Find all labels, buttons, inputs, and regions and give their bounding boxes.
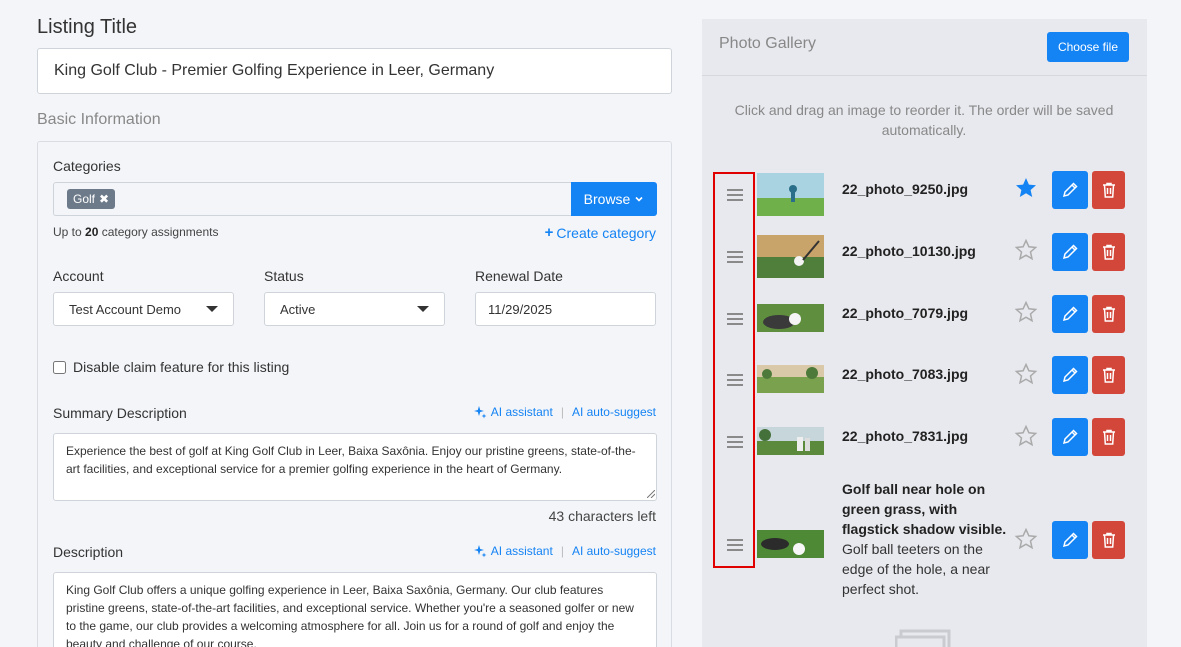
drag-handle-icon[interactable] [727, 313, 743, 328]
photo-gallery-panel: Photo Gallery Choose file Click and drag… [702, 19, 1147, 647]
photo-caption-text: Golf ball teeters on the edge of the hol… [842, 541, 990, 597]
renewal-date-label: Renewal Date [475, 268, 563, 284]
disable-claim-option[interactable]: Disable claim feature for this listing [53, 359, 289, 375]
photo-thumbnail [757, 365, 824, 393]
summary-ai-links: AI assistant | AI auto-suggest [473, 405, 656, 419]
reorder-instructions: Click and drag an image to reorder it. T… [734, 102, 1114, 138]
drag-handle-icon[interactable] [727, 374, 743, 389]
trash-icon [1102, 367, 1115, 383]
trash-icon [1102, 182, 1115, 198]
trash-icon [1102, 244, 1115, 260]
pencil-icon [1062, 532, 1078, 548]
delete-photo-button[interactable] [1092, 171, 1125, 209]
sparkle-icon [473, 406, 487, 419]
trash-icon [1102, 306, 1115, 322]
listing-title-input[interactable] [37, 48, 672, 94]
edit-photo-button[interactable] [1052, 233, 1088, 271]
photo-filename: 22_photo_7831.jpg [842, 428, 969, 444]
description-label: Description [53, 544, 124, 560]
category-input[interactable]: Golf ✖ [53, 182, 572, 216]
category-tag-label: Golf [73, 192, 96, 206]
account-label: Account [53, 268, 104, 284]
category-tag: Golf ✖ [67, 189, 116, 209]
pencil-icon [1062, 182, 1078, 198]
choose-file-button[interactable]: Choose file [1047, 32, 1129, 62]
pencil-icon [1062, 244, 1078, 260]
summary-description-textarea[interactable]: Experience the best of golf at King Golf… [53, 433, 657, 501]
photo-gallery-header: Photo Gallery Choose file [702, 19, 1147, 76]
drag-handle-icon[interactable] [727, 251, 743, 266]
sparkle-icon [473, 545, 487, 558]
image-placeholder-icon [895, 629, 951, 647]
edit-photo-button[interactable] [1052, 171, 1088, 209]
trash-icon [1102, 429, 1115, 445]
photo-filename: 22_photo_9250.jpg [842, 181, 969, 197]
status-select[interactable]: Active [264, 292, 445, 326]
delete-photo-button[interactable] [1092, 521, 1125, 559]
photo-gallery-title: Photo Gallery [719, 35, 816, 52]
delete-photo-button[interactable] [1092, 233, 1125, 271]
description-ai-links: AI assistant | AI auto-suggest [473, 544, 656, 558]
star-outline-icon[interactable] [1014, 362, 1038, 386]
photo-thumbnail [757, 427, 824, 455]
basic-information-panel: Categories Golf ✖ Browse Up to 20 catego… [37, 141, 672, 647]
edit-photo-button[interactable] [1052, 418, 1088, 456]
caret-down-icon [417, 306, 429, 312]
delete-photo-button[interactable] [1092, 356, 1125, 394]
listing-title-label: Listing Title [37, 16, 138, 38]
drag-handle-icon[interactable] [727, 189, 743, 204]
summary-ai-auto-suggest-link[interactable]: AI auto-suggest [572, 405, 656, 419]
summary-description-label: Summary Description [53, 405, 187, 421]
photo-thumbnail [757, 173, 824, 216]
resize-handle-icon[interactable] [647, 490, 655, 498]
basic-information-heading: Basic Information [37, 111, 161, 128]
description-textarea[interactable]: King Golf Club offers a unique golfing e… [53, 572, 657, 647]
photo-caption-title: Golf ball near hole on green grass, with… [842, 481, 1007, 537]
photo-filename: 22_photo_10130.jpg [842, 243, 976, 259]
photo-thumbnail [757, 530, 824, 558]
photo-caption: Golf ball near hole on green grass, with… [842, 479, 1007, 599]
chevron-down-icon [635, 196, 643, 202]
delete-photo-button[interactable] [1092, 418, 1125, 456]
description-ai-auto-suggest-link[interactable]: AI auto-suggest [572, 544, 656, 558]
edit-photo-button[interactable] [1052, 356, 1088, 394]
delete-photo-button[interactable] [1092, 295, 1125, 333]
remove-tag-icon[interactable]: ✖ [99, 192, 109, 206]
drag-handle-icon[interactable] [727, 539, 743, 554]
pencil-icon [1062, 367, 1078, 383]
browse-label: Browse [583, 191, 631, 207]
category-limit-hint: Up to 20 category assignments [53, 225, 219, 239]
star-outline-icon[interactable] [1014, 300, 1038, 324]
star-outline-icon[interactable] [1014, 238, 1038, 262]
pencil-icon [1062, 429, 1078, 445]
status-label: Status [264, 268, 304, 284]
photo-filename: 22_photo_7083.jpg [842, 366, 969, 382]
plus-icon: + [544, 224, 554, 241]
star-outline-icon[interactable] [1014, 424, 1038, 448]
photo-filename: 22_photo_7079.jpg [842, 305, 969, 321]
browse-button[interactable]: Browse [571, 182, 657, 216]
characters-left-counter: 43 characters left [548, 508, 656, 524]
disable-claim-checkbox[interactable] [53, 360, 66, 374]
summary-ai-assistant-link[interactable]: AI assistant [473, 405, 553, 419]
photo-thumbnail [757, 304, 824, 332]
edit-photo-button[interactable] [1052, 521, 1088, 559]
photo-thumbnail [757, 235, 824, 278]
featured-star-icon[interactable] [1014, 176, 1038, 200]
edit-photo-button[interactable] [1052, 295, 1088, 333]
drag-handles-highlight [713, 172, 755, 568]
trash-icon [1102, 532, 1115, 548]
categories-label: Categories [53, 158, 121, 174]
pencil-icon [1062, 306, 1078, 322]
caret-down-icon [206, 306, 218, 312]
account-select[interactable]: Test Account Demo [53, 292, 234, 326]
renewal-date-input[interactable]: 11/29/2025 [475, 292, 656, 326]
description-ai-assistant-link[interactable]: AI assistant [473, 544, 553, 558]
drag-handle-icon[interactable] [727, 436, 743, 451]
star-outline-icon[interactable] [1014, 527, 1038, 551]
create-category-link[interactable]: + Create category [545, 224, 656, 241]
